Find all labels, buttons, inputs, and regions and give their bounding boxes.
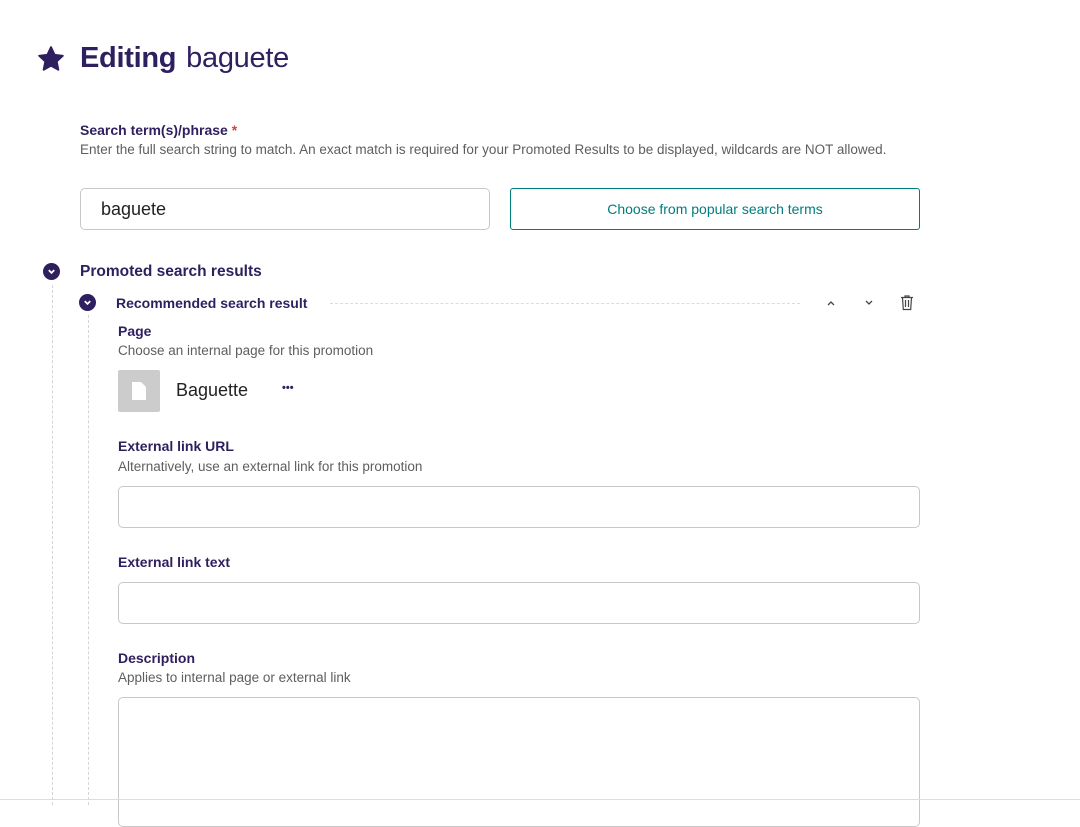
item-guide-line (88, 315, 89, 805)
external-text-label: External link text (118, 554, 231, 570)
move-up-button[interactable] (825, 297, 837, 309)
promoted-heading: Promoted search results (80, 263, 262, 280)
collapse-promoted-button[interactable] (43, 263, 60, 280)
external-url-help: Alternatively, use an external link for … (118, 459, 423, 474)
chevron-down-icon (84, 300, 91, 306)
search-term-label: Search term(s)/phrase * (80, 122, 237, 138)
chevron-down-icon (48, 269, 55, 275)
search-term-input[interactable]: baguete (80, 188, 490, 230)
required-mark: * (231, 122, 238, 138)
description-textarea[interactable] (118, 697, 920, 827)
page-help: Choose an internal page for this promoti… (118, 343, 374, 358)
title-subject: baguete (186, 42, 289, 74)
external-url-input[interactable] (118, 486, 920, 528)
delete-trash-icon[interactable] (899, 294, 915, 311)
selected-page-title[interactable]: Baguette (176, 380, 248, 401)
collapse-item-button[interactable] (79, 294, 96, 311)
title-label: Editing (80, 42, 177, 74)
page-label: Page (118, 323, 152, 339)
description-label: Description (118, 650, 196, 666)
external-url-label: External link URL (118, 438, 234, 454)
description-help: Applies to internal page or external lin… (118, 670, 351, 685)
document-icon (132, 382, 146, 400)
promoted-guide-line (52, 285, 53, 805)
item-heading-divider (330, 303, 800, 304)
search-term-help: Enter the full search string to match. A… (80, 142, 887, 157)
star-icon (38, 46, 64, 71)
choose-popular-terms-button[interactable]: Choose from popular search terms (510, 188, 920, 230)
move-down-button[interactable] (863, 297, 875, 309)
external-text-input[interactable] (118, 582, 920, 624)
page-actions-menu-button[interactable]: ••• (282, 382, 294, 394)
item-heading: Recommended search result (116, 295, 308, 311)
page-title: Editing baguete (80, 42, 289, 75)
search-term-label-text: Search term(s)/phrase (80, 122, 228, 138)
page-thumbnail[interactable] (118, 370, 160, 412)
